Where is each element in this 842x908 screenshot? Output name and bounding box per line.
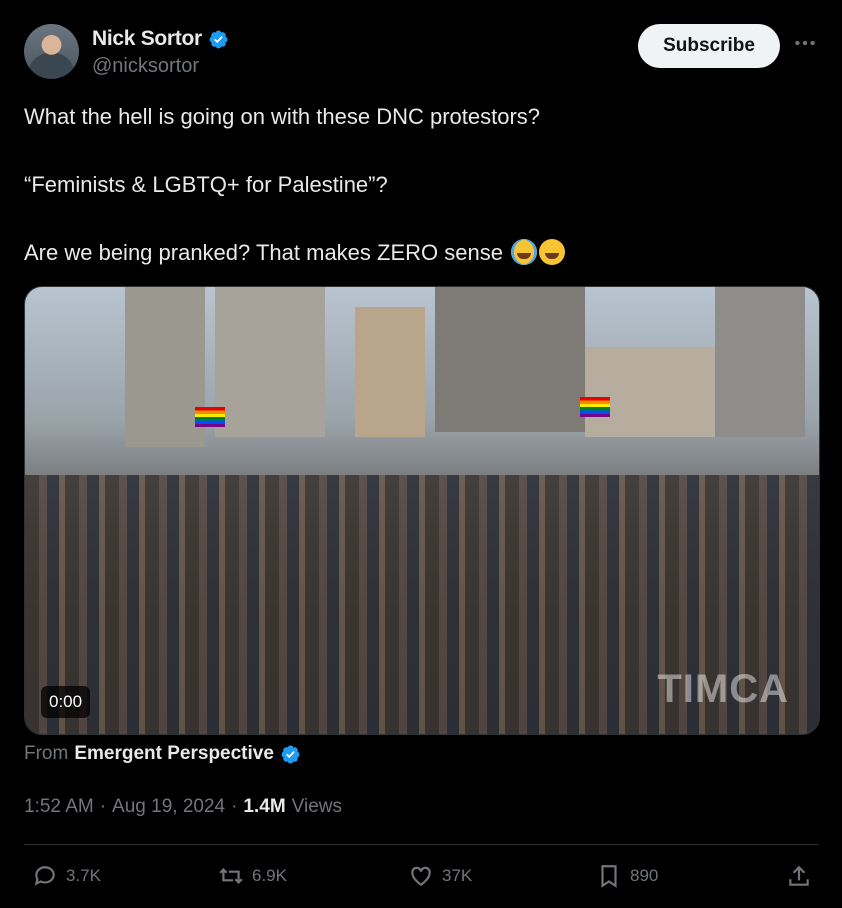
tweet-line-3-row: Are we being pranked? That makes ZERO se… — [24, 239, 814, 266]
bookmark-button[interactable]: 890 — [596, 863, 658, 889]
pride-flag-shape — [580, 397, 610, 417]
post-time[interactable]: 1:52 AM — [24, 796, 94, 818]
face-with-tears-of-joy-icon — [511, 239, 538, 265]
post-date[interactable]: Aug 19, 2024 — [112, 796, 225, 818]
repost-button[interactable]: 6.9K — [218, 863, 287, 889]
more-horizontal-icon[interactable] — [792, 30, 818, 56]
repost-count: 6.9K — [252, 866, 287, 885]
like-button[interactable]: 37K — [408, 863, 472, 889]
tweet-line-3: Are we being pranked? That makes ZERO se… — [24, 240, 503, 265]
views-label: Views — [291, 796, 343, 817]
tweet-text: What the hell is going on with these DNC… — [24, 103, 814, 307]
reply-icon — [34, 866, 55, 886]
author-display-name[interactable]: Nick Sortor — [92, 27, 202, 51]
post-meta: 1:52 AM · Aug 19, 2024 · 1.4M Views — [24, 796, 342, 818]
bookmark-icon — [601, 865, 617, 888]
media-attribution: From Emergent Perspective — [24, 743, 301, 765]
tweet-line-1: What the hell is going on with these DNC… — [24, 104, 541, 129]
building-shape — [585, 347, 715, 437]
building-shape — [715, 287, 805, 437]
building-shape — [125, 287, 205, 447]
verified-badge-icon — [281, 745, 300, 763]
building-shape — [435, 287, 585, 432]
meta-separator: · — [231, 796, 238, 817]
divider — [24, 844, 818, 845]
tweet-line-2: “Feminists & LGBTQ+ for Palestine”? — [24, 172, 388, 197]
building-shape — [215, 287, 325, 437]
verified-badge-icon — [209, 30, 228, 48]
video-player[interactable]: 0:00 TIMCA — [24, 286, 820, 735]
attribution-source-link[interactable]: Emergent Perspective — [74, 743, 274, 765]
video-watermark: TIMCA — [657, 667, 789, 711]
avatar[interactable] — [24, 24, 79, 79]
tweet-post: Nick Sortor @nicksortor Subscribe What t… — [0, 0, 842, 908]
subscribe-button[interactable]: Subscribe — [638, 24, 780, 68]
rolling-on-floor-laughing-icon — [539, 239, 566, 265]
heart-icon — [411, 866, 431, 886]
reply-count: 3.7K — [66, 866, 101, 885]
author-handle[interactable]: @nicksortor — [92, 55, 199, 78]
share-button[interactable] — [786, 863, 812, 889]
reply-button[interactable]: 3.7K — [32, 863, 101, 889]
video-duration-badge: 0:00 — [41, 686, 91, 718]
attribution-prefix: From — [24, 743, 69, 764]
like-count: 37K — [442, 866, 473, 885]
building-shape — [355, 307, 425, 437]
repost-icon — [219, 867, 243, 885]
views-count: 1.4M — [243, 796, 286, 817]
pride-flag-shape — [195, 407, 225, 427]
meta-separator: · — [99, 796, 107, 817]
author-name-row[interactable]: Nick Sortor — [92, 27, 229, 51]
share-icon — [789, 865, 809, 886]
bookmark-count: 890 — [630, 866, 659, 885]
